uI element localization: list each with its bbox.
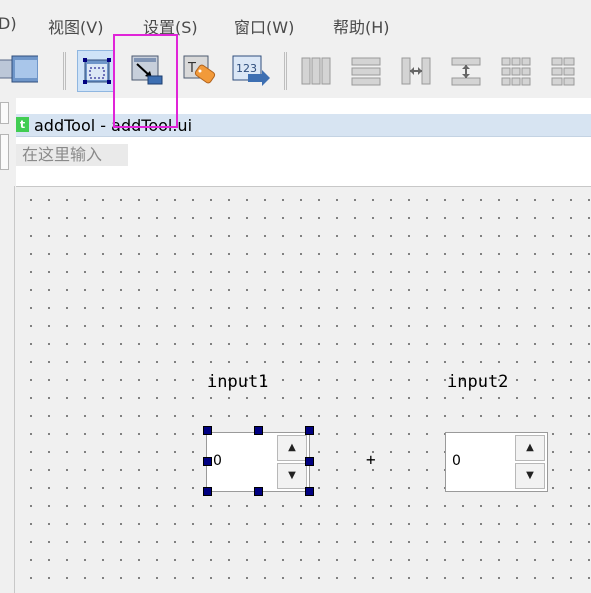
- layout-grid-icon: [501, 57, 531, 86]
- menu-view[interactable]: 视图(V): [48, 14, 103, 38]
- layout-vertical-splitter-icon: [451, 57, 481, 86]
- spin-up-button[interactable]: ▲: [277, 435, 307, 461]
- spin-up-button[interactable]: ▲: [515, 435, 545, 461]
- layout-form-icon: [551, 57, 575, 86]
- form-menubar: 在这里输入: [16, 138, 591, 185]
- spinbox1-value: 0: [213, 453, 222, 469]
- selection-handle[interactable]: [203, 457, 212, 466]
- layout-vertical-icon: [351, 57, 381, 86]
- menu-window[interactable]: 窗口(W): [234, 14, 294, 38]
- toolbar-separator: [284, 50, 288, 92]
- edit-widgets-icon: [83, 58, 111, 84]
- layout-vertical-splitter-button[interactable]: [448, 50, 486, 92]
- spinbox2-buttons: ▲ ▼: [515, 435, 545, 489]
- toolbar: T 123: [0, 46, 591, 98]
- canvas-left-border: [14, 186, 15, 593]
- edit-widgets-button[interactable]: [77, 50, 115, 92]
- left-dock-field[interactable]: [0, 134, 9, 170]
- edit-buddies-button[interactable]: T: [180, 50, 218, 92]
- spinbox1-buttons: ▲ ▼: [277, 435, 307, 489]
- input1-spinbox[interactable]: 0 ▲ ▼: [206, 432, 310, 492]
- layout-grid-button[interactable]: [498, 50, 536, 92]
- selection-handle[interactable]: [203, 426, 212, 435]
- svg-text:T: T: [187, 61, 196, 76]
- selection-handle[interactable]: [203, 487, 212, 496]
- input2-spinbox[interactable]: 0 ▲ ▼: [445, 432, 548, 492]
- qt-app-icon: t: [16, 117, 29, 132]
- spin-down-button[interactable]: ▼: [277, 463, 307, 489]
- type-here-menu-placeholder[interactable]: 在这里输入: [16, 144, 128, 166]
- layout-horizontal-icon: [301, 57, 331, 85]
- selection-handle[interactable]: [305, 426, 314, 435]
- menu-bar: D) 视图(V) 设置(S) 窗口(W) 帮助(H): [0, 0, 591, 46]
- left-dock-edge: [0, 98, 12, 593]
- edit-signals-slots-button[interactable]: [128, 50, 166, 92]
- layout-horizontal-button[interactable]: [298, 50, 336, 92]
- plus-label[interactable]: +: [366, 450, 376, 469]
- layout-horizontal-splitter-icon: [401, 57, 431, 85]
- svg-text:123: 123: [236, 62, 257, 75]
- input1-label[interactable]: input1: [207, 372, 268, 392]
- window-cascade-button[interactable]: [0, 50, 38, 92]
- toolbar-separator: [63, 50, 67, 92]
- input2-label[interactable]: input2: [447, 372, 508, 392]
- menu-settings[interactable]: 设置(S): [143, 14, 198, 38]
- form-window: t addTool - addTool.ui 在这里输入: [16, 98, 591, 593]
- edit-tab-order-button[interactable]: 123: [230, 50, 270, 92]
- arrow-down-icon: ▼: [526, 470, 534, 481]
- spinbox2-value: 0: [452, 453, 461, 469]
- arrow-down-icon: ▼: [288, 470, 296, 481]
- window-cascade-icon: [0, 55, 38, 83]
- selection-handle[interactable]: [305, 457, 314, 466]
- arrow-up-icon: ▲: [526, 442, 534, 453]
- menu-tools[interactable]: D): [0, 14, 17, 33]
- form-title-bar[interactable]: t addTool - addTool.ui: [16, 114, 591, 137]
- spin-down-button[interactable]: ▼: [515, 463, 545, 489]
- selection-handle[interactable]: [254, 426, 263, 435]
- menu-help[interactable]: 帮助(H): [333, 14, 390, 38]
- selection-handle[interactable]: [254, 487, 263, 496]
- edit-signals-slots-icon: [131, 55, 163, 85]
- layout-vertical-button[interactable]: [348, 50, 386, 92]
- edit-tab-order-icon: 123: [232, 55, 270, 86]
- arrow-up-icon: ▲: [288, 442, 296, 453]
- form-title: addTool - addTool.ui: [34, 116, 193, 135]
- layout-horizontal-splitter-button[interactable]: [398, 50, 436, 92]
- layout-form-button[interactable]: [548, 50, 586, 92]
- edit-buddies-icon: T: [183, 55, 216, 84]
- selection-handle[interactable]: [305, 487, 314, 496]
- left-dock-button[interactable]: [0, 102, 9, 124]
